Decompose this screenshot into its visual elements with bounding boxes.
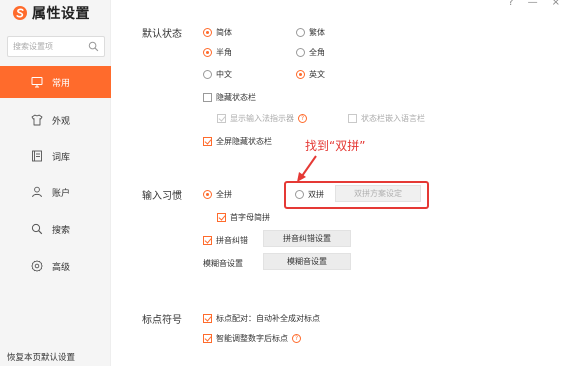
half-width-label: 半角 [216, 48, 232, 57]
annotation-text: 找到“双拼” [305, 139, 366, 153]
chinese-radio[interactable] [203, 70, 212, 79]
half-width-option[interactable]: 半角 [203, 47, 232, 58]
traditional-option[interactable]: 繁体 [296, 27, 325, 38]
pinyin-correction-settings-button[interactable]: 拼音纠错设置 [263, 230, 351, 247]
default-state-label: 默认状态 [142, 29, 182, 40]
traditional-radio[interactable] [296, 28, 305, 37]
smart-punct-label: 智能调整数字后标点 [216, 334, 288, 343]
auto-pair-option[interactable]: 标点配对：自动补全成对标点 [203, 313, 320, 324]
help-icon[interactable]: ? [292, 334, 301, 343]
punctuation-label: 标点符号 [142, 315, 182, 326]
help-button[interactable]: ? [508, 0, 513, 8]
pinyin-correction-label: 拼音纠错 [216, 236, 248, 245]
search-icon [31, 223, 43, 235]
sidebar-item-label: 账户 [52, 188, 71, 199]
english-option[interactable]: 英文 [296, 69, 325, 80]
hide-status-bar-label: 隐藏状态栏 [216, 93, 256, 102]
double-pinyin-scheme-button[interactable]: 双拼方案设定 [335, 185, 421, 202]
show-indicator-option: 显示输入法指示器 ? [217, 113, 307, 124]
input-habit-label: 输入习惯 [142, 191, 182, 202]
sidebar-item-label: 搜索 [52, 225, 71, 236]
chinese-label: 中文 [216, 70, 232, 79]
full-pinyin-radio[interactable] [203, 190, 212, 199]
show-indicator-label: 显示输入法指示器 [230, 114, 294, 123]
shirt-icon [31, 114, 43, 126]
fullscreen-hide-checkbox[interactable] [203, 137, 212, 146]
sidebar-item-appearance[interactable]: 外观 [0, 104, 111, 136]
auto-pair-checkbox[interactable] [203, 314, 212, 323]
sidebar-item-search[interactable]: 搜索 [0, 213, 111, 245]
embed-status-bar-checkbox [348, 114, 357, 123]
gear-icon [31, 260, 43, 272]
book-icon [32, 150, 42, 162]
sidebar-item-account[interactable]: 账户 [0, 176, 111, 208]
minimize-button[interactable]: — [528, 0, 538, 8]
full-pinyin-option[interactable]: 全拼 [203, 189, 232, 200]
english-radio[interactable] [296, 70, 305, 79]
smart-punct-checkbox[interactable] [203, 334, 212, 343]
pinyin-correction-checkbox[interactable] [203, 236, 212, 245]
sidebar-item-lexicon[interactable]: 词库 [0, 140, 111, 172]
embed-status-bar-option: 状态栏嵌入语言栏 [348, 113, 425, 124]
sidebar-item-label: 外观 [52, 116, 71, 127]
annotation-arrow-icon [297, 155, 317, 182]
search-placeholder: 搜索设置项 [13, 42, 53, 51]
auto-pair-label: 标点配对：自动补全成对标点 [216, 314, 320, 323]
embed-status-bar-label: 状态栏嵌入语言栏 [361, 114, 425, 123]
simplified-label: 简体 [216, 28, 232, 37]
traditional-label: 繁体 [309, 28, 325, 37]
help-icon[interactable]: ? [298, 114, 307, 123]
fuzzy-sound-settings-button[interactable]: 模糊音设置 [263, 253, 351, 270]
full-width-option[interactable]: 全角 [296, 47, 325, 58]
monitor-icon [31, 77, 43, 88]
search-input[interactable]: 搜索设置项 [7, 36, 105, 57]
chinese-option[interactable]: 中文 [203, 69, 232, 80]
initial-shorthand-label: 首字母简拼 [230, 213, 270, 222]
window-controls: ? — × [508, 0, 560, 8]
pinyin-correction-option[interactable]: 拼音纠错 [203, 235, 248, 246]
show-indicator-checkbox [217, 114, 226, 123]
double-pinyin-radio[interactable] [295, 190, 304, 199]
close-button[interactable]: × [552, 0, 560, 8]
double-pinyin-label: 双拼 [308, 190, 324, 199]
english-label: 英文 [309, 70, 325, 79]
full-pinyin-label: 全拼 [216, 190, 232, 199]
full-width-label: 全角 [309, 48, 325, 57]
search-icon[interactable] [88, 41, 99, 52]
full-width-radio[interactable] [296, 48, 305, 57]
fuzzy-sound-label: 模糊音设置 [203, 259, 243, 268]
simplified-option[interactable]: 简体 [203, 27, 232, 38]
hide-status-bar-checkbox[interactable] [203, 93, 212, 102]
sidebar-item-label: 高级 [52, 262, 71, 273]
app-title-text: 属性设置 [32, 6, 90, 22]
app-title: 属性设置 [12, 3, 90, 23]
initial-shorthand-option[interactable]: 首字母简拼 [217, 212, 270, 223]
initial-shorthand-checkbox[interactable] [217, 213, 226, 222]
sidebar-item-label: 常用 [52, 78, 71, 89]
half-width-radio[interactable] [203, 48, 212, 57]
simplified-radio[interactable] [203, 28, 212, 37]
sidebar-item-label: 词库 [52, 152, 71, 163]
fullscreen-hide-option[interactable]: 全屏隐藏状态栏 [203, 136, 272, 147]
sidebar-item-common[interactable]: 常用 [0, 66, 111, 98]
smart-punct-option[interactable]: 智能调整数字后标点 ? [203, 333, 301, 344]
sogou-logo-icon [13, 6, 27, 20]
reset-defaults-link[interactable]: 恢复本页默认设置 [7, 351, 75, 363]
double-pinyin-option[interactable]: 双拼 [295, 189, 324, 200]
user-icon [32, 186, 42, 198]
sidebar: 属性设置 搜索设置项 常用 外观 词库 账户 搜索 高级 恢复本页默认设置 [0, 0, 111, 366]
sidebar-item-advanced[interactable]: 高级 [0, 250, 111, 282]
hide-status-bar-option[interactable]: 隐藏状态栏 [203, 92, 256, 103]
fullscreen-hide-label: 全屏隐藏状态栏 [216, 137, 272, 146]
